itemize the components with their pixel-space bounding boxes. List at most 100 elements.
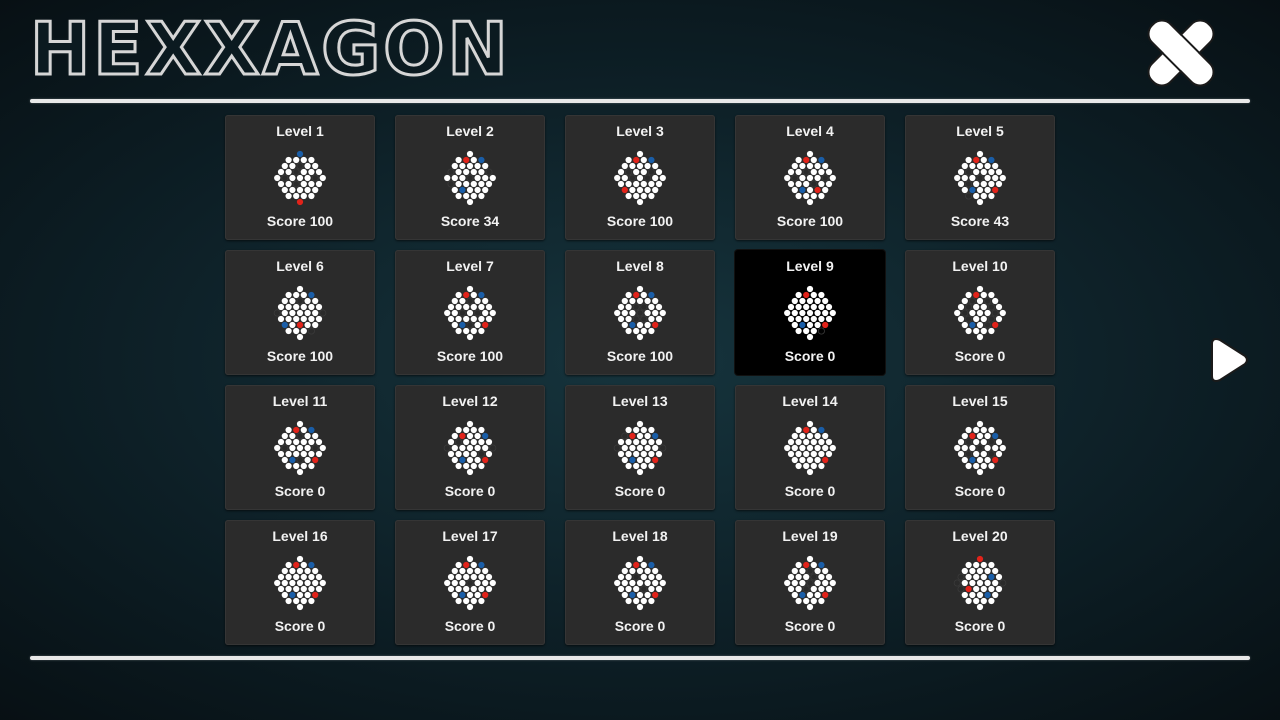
level-score: Score 100 [606,213,674,229]
board-peg [648,462,655,470]
board-empty-hole [961,309,969,317]
board-peg [300,450,307,458]
board-peg [478,180,485,188]
board-peg [822,162,829,170]
board-peg [629,567,636,575]
board-peg [463,462,470,470]
board-peg [961,186,968,194]
level-tile-6[interactable]: Level 6 Score 100 [225,250,375,375]
board-empty-hole [640,303,648,311]
board-peg [478,327,485,335]
level-tile-3[interactable]: Level 3 Score 100 [565,115,715,240]
level-tile-20[interactable]: Level 20 Score 0 [905,520,1055,645]
level-tile-11[interactable]: Level 11 Score 0 [225,385,375,510]
board-peg [980,561,987,569]
level-tile-4[interactable]: Level 4 Score 100 [735,115,885,240]
board-peg [470,450,477,458]
board-peg [455,450,462,458]
board-peg [803,573,810,581]
board-peg [455,168,462,176]
board-peg [315,303,323,311]
close-x-icon[interactable] [1140,12,1222,94]
level-score: Score 0 [444,618,496,634]
board-peg [633,450,640,458]
board-red-piece [652,321,659,329]
board-peg [296,333,304,341]
board-blue-piece [289,591,296,599]
level-tile-16[interactable]: Level 16 Score 0 [225,520,375,645]
board-empty-hole [791,174,799,182]
board-peg [803,315,810,323]
board-peg [644,444,651,452]
board-peg [315,180,323,188]
board-peg [648,585,655,593]
level-title: Level 15 [952,393,1008,409]
level-tile-8[interactable]: Level 8 Score 100 [565,250,715,375]
board-red-piece [973,291,980,299]
board-red-piece [621,186,628,194]
board-peg [803,303,810,311]
board-peg [954,174,961,182]
level-tile-1[interactable]: Level 1 Score 100 [225,115,375,240]
board-peg [478,585,485,593]
level-tile-13[interactable]: Level 13 Score 0 [565,385,715,510]
board-peg [304,456,311,464]
play-arrow-right-icon[interactable] [1208,333,1252,387]
board-peg [636,174,644,182]
board-peg [289,579,296,587]
board-peg [829,309,836,317]
board-peg [976,186,984,194]
board-peg [308,180,315,188]
board-empty-hole [447,180,455,188]
level-tile-15[interactable]: Level 15 Score 0 [905,385,1055,510]
board-empty-hole [965,303,973,311]
level-tile-9[interactable]: Level 9 Score 0 [735,250,885,375]
board-peg [648,438,655,446]
board-peg [629,186,636,194]
level-score: Score 0 [954,348,1006,364]
level-score: Score 100 [436,348,504,364]
board-peg [304,321,311,329]
board-blue-piece [799,591,806,599]
board-blue-piece [478,561,485,569]
level-tile-12[interactable]: Level 12 Score 0 [395,385,545,510]
board-peg [277,585,285,593]
board-peg [980,597,987,605]
level-tile-14[interactable]: Level 14 Score 0 [735,385,885,510]
board-blue-piece [629,321,636,329]
board-peg [470,561,477,569]
board-peg [810,315,817,323]
board-peg [636,333,644,341]
board-peg [304,579,311,587]
board-peg [984,579,991,587]
level-tile-19[interactable]: Level 19 Score 0 [735,520,885,645]
level-tile-17[interactable]: Level 17 Score 0 [395,520,545,645]
board-empty-hole [485,168,493,176]
board-peg [463,597,470,605]
level-tile-2[interactable]: Level 2 Score 34 [395,115,545,240]
level-tile-5[interactable]: Level 5 Score 43 [905,115,1055,240]
level-tile-7[interactable]: Level 7 Score 100 [395,250,545,375]
board-peg [961,456,968,464]
level-tile-10[interactable]: Level 10 Score 0 [905,250,1055,375]
board-peg [640,291,647,299]
board-blue-piece [459,321,466,329]
board-peg [451,456,458,464]
board-peg [293,585,300,593]
board-peg [640,192,647,200]
board-peg [992,567,999,575]
board-peg [625,426,632,434]
board-peg [281,456,288,464]
board-empty-hole [458,309,466,317]
level-tile-18[interactable]: Level 18 Score 0 [565,520,715,645]
board-peg [459,567,466,575]
board-peg [300,462,307,470]
board-peg [296,579,304,587]
board-empty-hole [621,432,629,440]
board-peg [466,198,474,206]
board-peg [304,174,311,182]
board-peg [482,579,489,587]
board-peg [957,180,965,188]
board-peg [300,597,307,605]
board-peg [814,456,821,464]
